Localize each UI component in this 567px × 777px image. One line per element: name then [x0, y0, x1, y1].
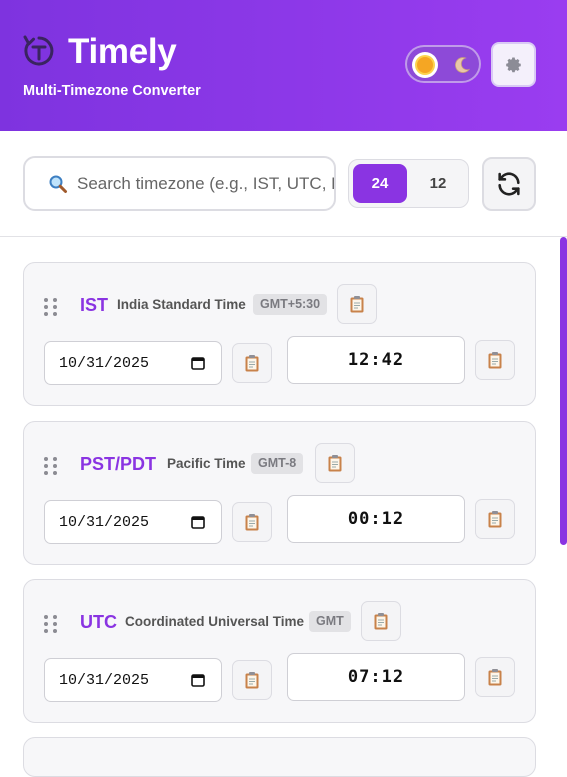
clipboard-icon [488, 352, 502, 369]
format-12-button[interactable]: 12 [411, 164, 465, 203]
copy-date-button[interactable] [232, 343, 272, 383]
format-24-button[interactable]: 24 [353, 164, 407, 203]
copy-date-button[interactable] [232, 502, 272, 542]
date-value: 10/31/2025 [59, 354, 150, 372]
clipboard-icon [245, 672, 259, 689]
timezone-name: Coordinated Universal Time [125, 614, 305, 629]
timezone-card-ist: IST India Standard Time GMT+5:30 10/31/2… [23, 262, 536, 406]
clipboard-icon [245, 355, 259, 372]
date-value: 10/31/2025 [59, 671, 150, 689]
timezone-name: Pacific Time [167, 456, 246, 471]
offset-badge: GMT [309, 611, 351, 632]
calendar-icon[interactable] [191, 356, 205, 370]
time-input[interactable]: 00:12 [287, 495, 465, 543]
clipboard-icon [374, 613, 388, 630]
timezone-abbr: UTC [80, 612, 117, 632]
scrollbar-thumb[interactable] [560, 237, 567, 545]
time-input[interactable]: 12:42 [287, 336, 465, 384]
clipboard-icon [245, 514, 259, 531]
copy-time-button[interactable] [475, 657, 515, 697]
controls-bar: 24 12 [0, 131, 567, 237]
calendar-icon[interactable] [191, 673, 205, 687]
date-input[interactable]: 10/31/2025 [44, 658, 222, 702]
clock-logo-icon [23, 35, 54, 66]
timezone-card-utc: UTC Coordinated Universal Time GMT 10/31… [23, 579, 536, 723]
clipboard-icon [488, 511, 502, 528]
clipboard-icon [350, 296, 364, 313]
search-input[interactable] [77, 173, 334, 194]
date-input[interactable]: 10/31/2025 [44, 341, 222, 385]
timezone-card-partial [23, 737, 536, 777]
search-box[interactable] [23, 156, 336, 211]
clipboard-icon [328, 455, 342, 472]
time-input[interactable]: 07:12 [287, 653, 465, 701]
moon-icon [455, 57, 471, 73]
drag-handle-icon[interactable] [44, 613, 60, 633]
copy-timezone-button[interactable] [315, 443, 355, 483]
gear-icon [505, 57, 521, 72]
copy-timezone-button[interactable] [337, 284, 377, 324]
refresh-icon [498, 172, 520, 196]
drag-handle-icon[interactable] [44, 296, 60, 316]
clipboard-icon [488, 669, 502, 686]
theme-toggle[interactable] [405, 45, 481, 83]
offset-badge: GMT+5:30 [253, 294, 328, 315]
time-format-toggle: 24 12 [348, 159, 469, 208]
offset-badge: GMT-8 [251, 453, 304, 474]
search-icon [49, 175, 67, 193]
sun-icon [412, 52, 438, 78]
settings-button[interactable] [491, 42, 536, 87]
timezone-abbr: IST [80, 295, 109, 315]
timezone-abbr: PST/PDT [80, 454, 157, 474]
timezone-card-pst: PST/PDT Pacific Time GMT-8 10/31/2025 00… [23, 421, 536, 565]
app-subtitle: Multi-Timezone Converter [23, 83, 201, 99]
refresh-button[interactable] [482, 157, 536, 211]
drag-handle-icon[interactable] [44, 455, 60, 475]
date-value: 10/31/2025 [59, 513, 150, 531]
timezone-name: India Standard Time [117, 297, 246, 312]
copy-time-button[interactable] [475, 499, 515, 539]
copy-timezone-button[interactable] [361, 601, 401, 641]
copy-time-button[interactable] [475, 340, 515, 380]
copy-date-button[interactable] [232, 660, 272, 700]
date-input[interactable]: 10/31/2025 [44, 500, 222, 544]
calendar-icon[interactable] [191, 515, 205, 529]
app-header: Timely Multi-Timezone Converter [0, 0, 567, 131]
app-title: Timely [68, 32, 177, 71]
